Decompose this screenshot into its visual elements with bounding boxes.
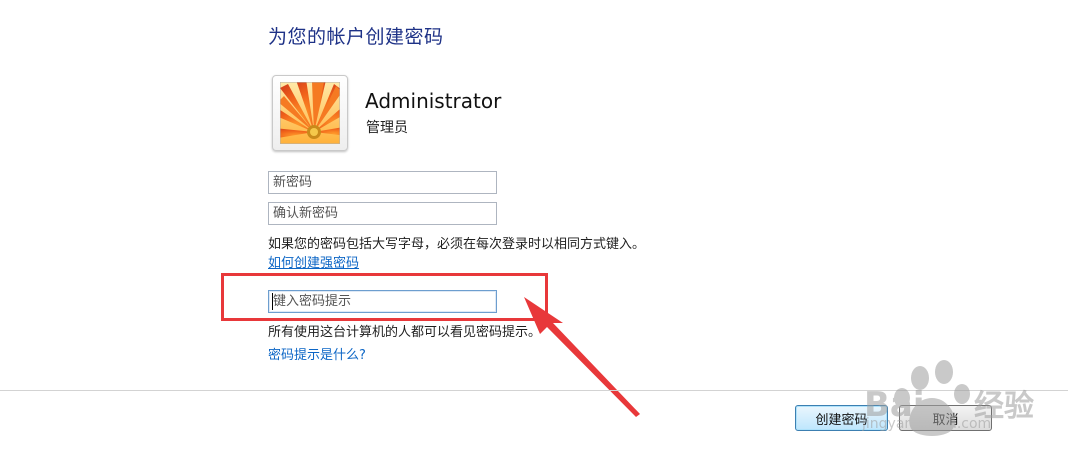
svg-text:jingyan.baidu.com: jingyan.baidu.com bbox=[862, 416, 991, 432]
new-password-field[interactable] bbox=[268, 171, 497, 194]
user-avatar bbox=[272, 75, 348, 151]
password-hint-help-link[interactable]: 密码提示是什么? bbox=[268, 344, 366, 363]
flower-avatar-icon bbox=[280, 82, 340, 144]
account-role: 管理员 bbox=[366, 120, 408, 136]
case-sensitivity-note: 如果您的密码包括大写字母，必须在每次登录时以相同方式键入。 bbox=[268, 237, 646, 252]
baidu-paw-watermark-icon: Bai 经验 jingyan.baidu.com bbox=[862, 360, 1034, 436]
hint-visibility-note: 所有使用这台计算机的人都可以看见密码提示。 bbox=[268, 325, 542, 340]
annotation-highlight-box bbox=[221, 273, 548, 321]
page-title: 为您的帐户创建密码 bbox=[268, 26, 444, 48]
strong-password-link[interactable]: 如何创建强密码 bbox=[268, 252, 359, 271]
confirm-password-field[interactable] bbox=[268, 202, 497, 225]
account-name: Administrator bbox=[365, 89, 502, 113]
